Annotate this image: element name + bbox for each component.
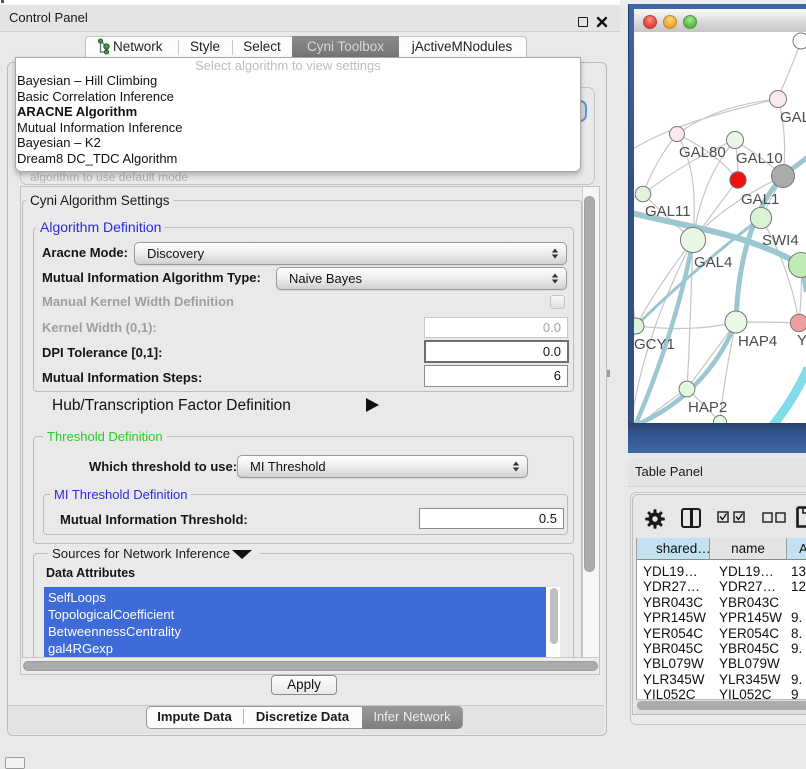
svg-text:GAL11: GAL11: [645, 203, 691, 220]
svg-text:GAL4: GAL4: [694, 254, 732, 271]
svg-text:SWI4: SWI4: [762, 232, 799, 249]
svg-text:GCY1: GCY1: [634, 336, 675, 353]
svg-text:Y: Y: [797, 332, 806, 349]
svg-text:GAL80: GAL80: [679, 144, 726, 161]
svg-text:GAL: GAL: [780, 109, 806, 126]
svg-text:HAP2: HAP2: [688, 399, 727, 416]
svg-text:GAL1: GAL1: [741, 191, 779, 208]
svg-text:GAL10: GAL10: [736, 150, 783, 167]
svg-text:HAP4: HAP4: [738, 333, 777, 350]
